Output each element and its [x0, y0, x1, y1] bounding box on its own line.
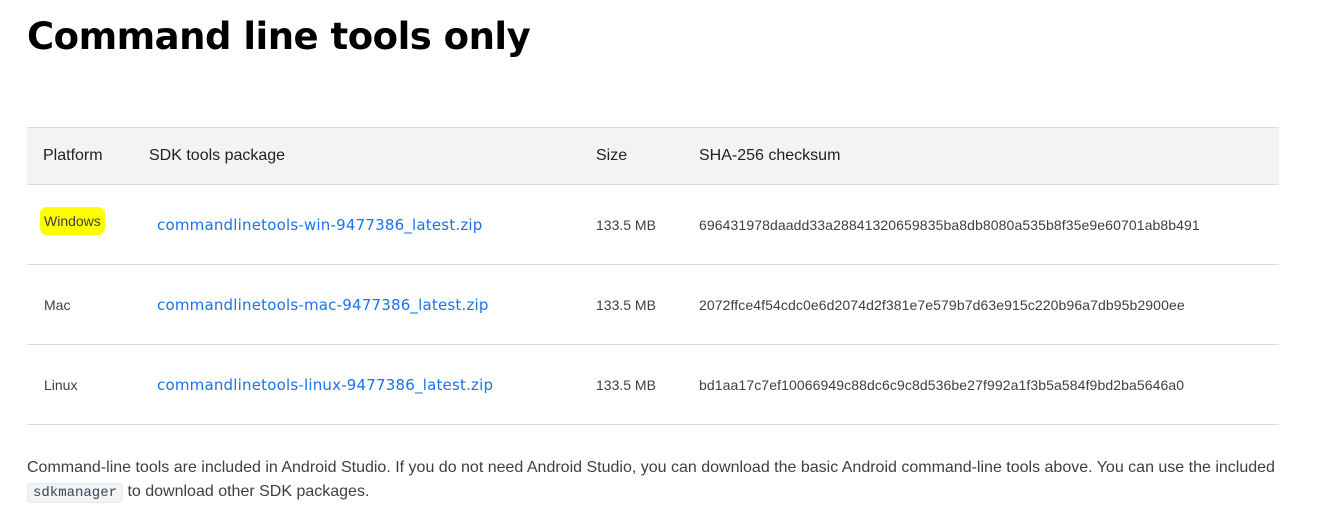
download-link-windows[interactable]: commandlinetools-win-9477386_latest.zip: [157, 216, 483, 234]
table-row-windows: Windows commandlinetools-win-9477386_lat…: [27, 184, 1279, 265]
table-header-row: Platform SDK tools package Size SHA-256 …: [27, 127, 1279, 185]
sdk-downloads-table: Platform SDK tools package Size SHA-256 …: [27, 127, 1279, 425]
download-link-linux[interactable]: commandlinetools-linux-9477386_latest.zi…: [157, 376, 493, 394]
header-sha256-checksum: SHA-256 checksum: [683, 127, 1279, 185]
checksum-cell: 2072ffce4f54cdc0e6d2074d2f381e7e579b7d63…: [683, 264, 1279, 345]
size-cell: 133.5 MB: [580, 264, 683, 345]
checksum-cell: bd1aa17c7ef10066949c88dc6c9c8d536be27f99…: [683, 344, 1279, 425]
download-link-mac[interactable]: commandlinetools-mac-9477386_latest.zip: [157, 296, 489, 314]
table-row-linux: Linux commandlinetools-linux-9477386_lat…: [27, 344, 1279, 425]
checksum-mac: 2072ffce4f54cdc0e6d2074d2f381e7e579b7d63…: [699, 296, 1185, 313]
platform-label-linux: Linux: [44, 376, 78, 393]
sdkmanager-code: sdkmanager: [27, 483, 124, 503]
size-cell: 133.5 MB: [580, 344, 683, 425]
checksum-windows: 696431978daadd33a28841320659835ba8db8080…: [699, 216, 1200, 233]
package-cell: commandlinetools-mac-9477386_latest.zip: [133, 264, 580, 345]
command-line-tools-note: Command-line tools are included in Andro…: [27, 456, 1297, 505]
size-cell: 133.5 MB: [580, 184, 683, 265]
platform-cell: Linux: [27, 344, 133, 425]
checksum-cell: 696431978daadd33a28841320659835ba8db8080…: [683, 184, 1279, 265]
package-cell: commandlinetools-win-9477386_latest.zip: [133, 184, 580, 265]
package-cell: commandlinetools-linux-9477386_latest.zi…: [133, 344, 580, 425]
note-text-before: Command-line tools are included in Andro…: [27, 459, 1275, 476]
checksum-linux: bd1aa17c7ef10066949c88dc6c9c8d536be27f99…: [699, 376, 1185, 393]
page-title: Command line tools only: [27, 15, 531, 58]
table-row-mac: Mac commandlinetools-mac-9477386_latest.…: [27, 264, 1279, 345]
header-platform: Platform: [27, 127, 133, 185]
note-text-after: to download other SDK packages.: [123, 483, 370, 500]
header-sdk-tools-package: SDK tools package: [133, 127, 580, 185]
platform-cell: Windows: [27, 184, 133, 265]
platform-label-mac: Mac: [44, 296, 71, 313]
platform-label-windows: Windows: [40, 206, 105, 235]
platform-cell: Mac: [27, 264, 133, 345]
header-size: Size: [580, 127, 683, 185]
